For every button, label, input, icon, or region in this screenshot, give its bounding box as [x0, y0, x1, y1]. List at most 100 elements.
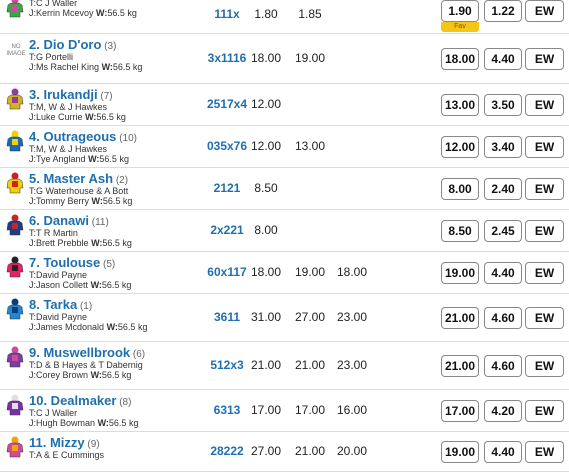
- place-odds-button[interactable]: 4.20: [484, 400, 522, 422]
- place-odds-button[interactable]: 2.40: [484, 178, 522, 200]
- trainer-jockey-info: T:M, W & J Hawkes J:Luke Currie W:56.5 kg: [29, 102, 169, 122]
- place-odds-button[interactable]: 4.60: [484, 355, 522, 377]
- odds-history-value: 21.00: [294, 358, 326, 372]
- win-odds-button[interactable]: 21.00: [441, 355, 479, 377]
- barrier-draw: (3): [101, 41, 117, 52]
- place-odds-button[interactable]: 2.45: [484, 220, 522, 242]
- jockey-name: James Mcdonald: [36, 322, 105, 332]
- runner-name[interactable]: 8. Tarka (1): [29, 297, 92, 312]
- trainer-label: T:: [29, 312, 37, 322]
- odds-history-value: 17.00: [294, 403, 326, 417]
- weight-label: W:: [96, 8, 108, 18]
- place-odds-button[interactable]: 4.40: [484, 48, 522, 70]
- runner-name[interactable]: 10. Dealmaker (8): [29, 393, 131, 408]
- runner-name[interactable]: 2. Dio D'oro (3): [29, 37, 116, 52]
- barrier-draw: (10): [116, 133, 137, 144]
- win-odds-button[interactable]: 17.00: [441, 400, 479, 422]
- each-way-button[interactable]: EW: [525, 262, 564, 284]
- place-odds-button[interactable]: 3.50: [484, 94, 522, 116]
- place-odds-button[interactable]: 4.60: [484, 307, 522, 329]
- jockey-silk-icon: [6, 172, 24, 194]
- jockey-name: Luke Currie: [36, 112, 83, 122]
- runner-name-text[interactable]: 7. Toulouse: [29, 255, 100, 270]
- runner-name[interactable]: 9. Muswellbrook (6): [29, 345, 145, 360]
- runner-row: 5. Master Ash (2) T:G Waterhouse & A Bott…: [0, 168, 569, 210]
- place-odds-button[interactable]: 1.22: [484, 0, 522, 22]
- runner-row: 10. Dealmaker (8) T:C J Waller J:Hugh Bowm…: [0, 390, 569, 432]
- trainer-jockey-info: T:C J Waller J:Kerrin Mcevoy W:56.5 kg: [29, 0, 169, 18]
- place-odds-button[interactable]: 3.40: [484, 136, 522, 158]
- runner-row: 4. Outrageous (10) T:M, W & J Hawkes J:Tye…: [0, 126, 569, 168]
- odds-history-value: 21.00: [294, 444, 326, 458]
- runner-name[interactable]: 6. Danawi (11): [29, 213, 109, 228]
- each-way-button[interactable]: EW: [525, 355, 564, 377]
- win-odds-button[interactable]: 18.00: [441, 48, 479, 70]
- each-way-button[interactable]: EW: [525, 94, 564, 116]
- jockey-name: Kerrin Mcevoy: [36, 8, 94, 18]
- runner-name-text[interactable]: 9. Muswellbrook: [29, 345, 130, 360]
- runner-row: T:C J Waller J:Kerrin Mcevoy W:56.5 kg 111…: [0, 0, 569, 34]
- runner-row: 8. Tarka (1) T:David Payne J:James Mcdonal…: [0, 294, 569, 342]
- runner-name[interactable]: 11. Mizzy (9): [29, 435, 100, 450]
- barrier-draw: (7): [97, 91, 113, 102]
- each-way-button[interactable]: EW: [525, 307, 564, 329]
- win-odds-button[interactable]: 8.50: [441, 220, 479, 242]
- jockey-name: Tye Angland: [36, 154, 86, 164]
- runner-name-text[interactable]: 4. Outrageous: [29, 129, 116, 144]
- jockey-name: Brett Prebble: [36, 238, 89, 248]
- runner-name-text[interactable]: 3. Irukandji: [29, 87, 98, 102]
- barrier-draw: (8): [116, 397, 132, 408]
- favourite-badge: Fav: [441, 22, 479, 32]
- win-odds-button[interactable]: 12.00: [441, 136, 479, 158]
- each-way-button[interactable]: EW: [525, 136, 564, 158]
- each-way-button[interactable]: EW: [525, 400, 564, 422]
- runner-name[interactable]: 7. Toulouse (5): [29, 255, 115, 270]
- each-way-button[interactable]: EW: [525, 0, 564, 22]
- weight-label: W:: [90, 280, 102, 290]
- barrier-draw: (6): [130, 349, 146, 360]
- runner-name[interactable]: 4. Outrageous (10): [29, 129, 137, 144]
- runner-name-text[interactable]: 5. Master Ash: [29, 171, 113, 186]
- weight-value: 56.5 kg: [112, 62, 143, 72]
- each-way-button[interactable]: EW: [525, 48, 564, 70]
- runner-name[interactable]: 3. Irukandji (7): [29, 87, 113, 102]
- jockey-silk-icon: [6, 130, 24, 152]
- trainer-name: T R Martin: [36, 228, 78, 238]
- jockey-silk-icon: [6, 214, 24, 236]
- barrier-draw: (11): [88, 217, 109, 228]
- jockey-silk-icon: [6, 0, 24, 18]
- odds-history-value: 20.00: [336, 444, 368, 458]
- win-odds-button[interactable]: 8.00: [441, 178, 479, 200]
- trainer-label: T:: [29, 450, 37, 460]
- win-odds-button[interactable]: 1.90: [441, 0, 479, 22]
- jockey-silk-icon: [6, 298, 24, 320]
- trainer-jockey-info: T:G Portelli J:Ms Rachel King W:56.5 kg: [29, 52, 169, 72]
- trainer-jockey-info: T:C J Waller J:Hugh Bowman W:56.5 kg: [29, 408, 169, 428]
- runner-name-text[interactable]: 2. Dio D'oro: [29, 37, 101, 52]
- place-odds-button[interactable]: 4.40: [484, 262, 522, 284]
- win-odds-button[interactable]: 19.00: [441, 262, 479, 284]
- barrier-draw: (2): [113, 175, 129, 186]
- odds-history-value: 18.00: [336, 265, 368, 279]
- runner-name[interactable]: 5. Master Ash (2): [29, 171, 128, 186]
- runner-name-text[interactable]: 6. Danawi: [29, 213, 89, 228]
- runner-name-text[interactable]: 10. Dealmaker: [29, 393, 116, 408]
- trainer-name: David Payne: [36, 312, 88, 322]
- win-odds-button[interactable]: 13.00: [441, 94, 479, 116]
- trainer-label: T:: [29, 102, 37, 112]
- jockey-silk-icon: [6, 88, 24, 110]
- trainer-label: T:: [29, 52, 37, 62]
- jockey-label: J:: [29, 238, 37, 248]
- weight-value: 56.5 kg: [99, 154, 129, 164]
- win-odds-button[interactable]: 21.00: [441, 307, 479, 329]
- each-way-button[interactable]: EW: [525, 178, 564, 200]
- each-way-button[interactable]: EW: [525, 220, 564, 242]
- weight-label: W:: [97, 418, 109, 428]
- runner-name-text[interactable]: 11. Mizzy: [29, 435, 85, 450]
- odds-history-value: 17.00: [250, 403, 282, 417]
- runner-name-text[interactable]: 8. Tarka: [29, 297, 77, 312]
- jockey-label: J:: [29, 370, 37, 380]
- odds-history-value: 1.80: [254, 7, 278, 21]
- odds-history-value: 12.00: [250, 97, 282, 111]
- jockey-label: J:: [29, 196, 37, 206]
